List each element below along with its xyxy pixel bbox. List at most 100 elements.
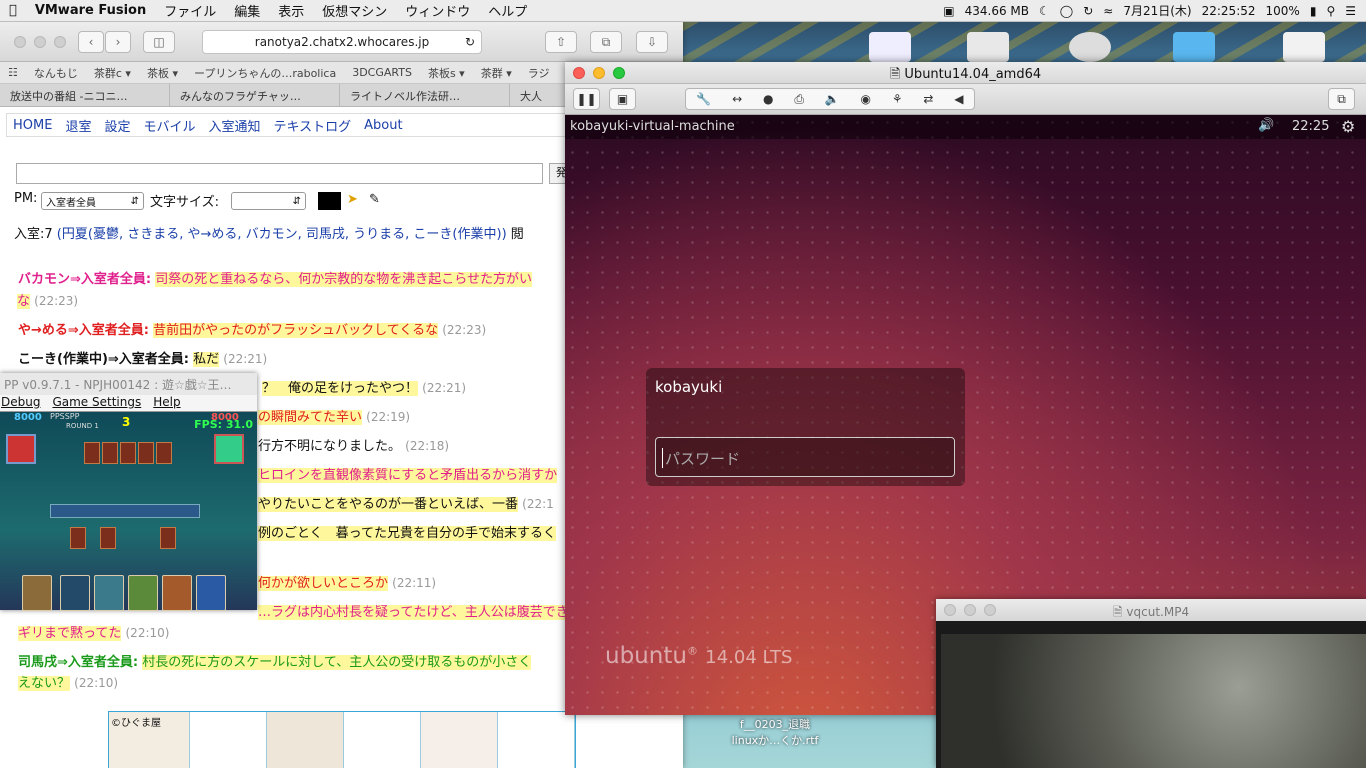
message-time: (22:10) [125,626,170,640]
notification-center-icon[interactable]: ☰ [1345,4,1356,18]
memory-icon[interactable]: ▣ [943,4,954,18]
bookmark-item[interactable]: 茶板 ▾ [139,65,186,81]
menu-bar:  VMware Fusion ファイル 編集 表示 仮想マシン ウィンドウ ヘ… [0,0,1366,22]
shield-icon[interactable]: ◯ [1060,4,1073,18]
sidebar-icon[interactable]: ◫ [143,31,175,53]
bookmark-item[interactable]: なんもじ [26,65,86,81]
menu-help[interactable]: Help [153,395,180,411]
hand-card [60,575,90,611]
menu-view[interactable]: 表示 [269,1,313,20]
fontsize-select[interactable]: ⇵ [231,192,306,210]
camera-icon[interactable]: ◉ [861,92,871,106]
sound-icon[interactable]: 🔈 [825,92,840,106]
browser-tab[interactable]: みんなのフラゲチャッ… [170,84,340,106]
nav-exit[interactable]: 退室 [65,116,91,135]
menu-help[interactable]: ヘルプ [479,1,536,20]
address-bar[interactable]: ranotya2.chatx2.whocares.jp ↻ [202,30,482,54]
bookmark-item[interactable]: 茶群 ▾ [473,65,520,81]
message-author[interactable]: こーき(作業中)⇒入室者全員: [18,352,189,367]
card [156,442,172,464]
menu-app-name[interactable]: VMware Fusion [26,3,155,18]
printer-icon[interactable]: ⎙ [794,92,804,107]
panel-clock[interactable]: 22:25 [1292,119,1329,134]
snapshot-icon[interactable]: ▣ [609,88,636,110]
power-gear-icon[interactable]: ⚙ [1341,117,1355,136]
ad-banner[interactable]: ©ひぐま屋 [108,711,576,768]
network-icon[interactable]: ↔ [732,92,742,106]
message-author[interactable]: や→める⇒入室者全員: [18,323,149,338]
menu-game-settings[interactable]: Game Settings [52,395,141,411]
bookmark-item[interactable]: 茶群c ▾ [86,65,139,81]
usb-icon[interactable]: ⚘ [892,92,903,106]
pm-select[interactable]: 入室者全員 ⇵ [41,192,144,210]
ad-panel [498,712,575,768]
zoom-button[interactable] [54,36,66,48]
file-icon[interactable] [869,32,911,62]
chat-message: 何かが欲しいところか (22:11) [258,572,436,591]
color-swatch[interactable] [318,192,341,210]
login-username[interactable]: kobayuki [655,378,722,396]
close-button[interactable] [14,36,26,48]
status-area: ▣ 434.66 MB ☾ ◯ ↻ ≈ 7月21日(木) 22:25:52 10… [943,2,1366,19]
date[interactable]: 7月21日(木) [1123,2,1191,19]
menu-debug[interactable]: Debug [1,395,40,411]
volume-icon[interactable]: 🔊 [1258,118,1274,133]
browser-tab[interactable]: 放送中の番組 -ニコニ… [0,84,170,106]
bookmark-item[interactable]: ラジ [520,65,558,81]
document-icon[interactable] [1283,32,1325,62]
sync-icon[interactable]: ⇄ [923,92,933,106]
nav-home[interactable]: HOME [13,118,52,133]
back-button[interactable]: ‹ [78,31,104,53]
spotlight-icon[interactable]: ⚲ [1326,4,1335,18]
pause-icon[interactable]: ❚❚ [573,88,600,110]
bookmark-item[interactable]: 茶板s ▾ [420,65,473,81]
clock[interactable]: 22:25:52 [1202,4,1256,18]
message-input[interactable] [16,163,543,184]
downloads-icon[interactable]: ⇩ [636,31,668,53]
time-machine-icon[interactable]: ↻ [1083,4,1093,18]
forward-button[interactable]: › [105,31,131,53]
video-frame[interactable] [941,634,1366,768]
wifi-icon[interactable]: ≈ [1103,4,1113,18]
fullscreen-icon[interactable]: ⧉ [1328,88,1355,110]
apple-menu-icon[interactable]:  [0,3,26,18]
safari-icon[interactable] [1069,32,1111,62]
tabs-overview-icon[interactable]: ⧉ [590,31,622,53]
card [84,442,100,464]
bookmark-item[interactable]: 3DCGARTS [344,66,420,79]
share-icon[interactable]: ⇧ [545,31,577,53]
collapse-icon[interactable]: ◀ [954,92,963,106]
disk-icon[interactable]: ● [763,92,773,106]
menu-window[interactable]: ウィンドウ [396,1,479,20]
desktop-file-label[interactable]: f__0203_退職 linuxか…くか.rtf [720,716,830,748]
menu-edit[interactable]: 編集 [225,1,269,20]
pin-icon[interactable]: ➤ [347,192,358,207]
password-input[interactable]: パスワード [655,437,955,477]
moon-icon[interactable]: ☾ [1039,4,1050,18]
file-icon[interactable] [967,32,1009,62]
round-label: ROUND 1 [66,422,99,430]
nav-text-log[interactable]: テキストログ [274,116,352,135]
folder-icon[interactable] [1173,32,1215,62]
battery-icon[interactable]: ▮ [1310,4,1317,18]
message-author[interactable]: 司馬戌⇒入室者全員: [18,655,138,670]
game-screen[interactable]: 8000 PPSSPP ROUND 1 3 8000 FPS: 31.0 [0,412,257,611]
menu-vm[interactable]: 仮想マシン [313,1,396,20]
hand-card [196,575,226,611]
paperclip-icon[interactable]: ✎ [369,192,380,207]
menu-file[interactable]: ファイル [155,1,225,20]
bookmarks-icon[interactable]: ☷ [0,66,26,79]
settings-wrench-icon[interactable]: 🔧 [696,92,711,106]
message-text: 私だ [193,352,220,367]
chat-message-continuation: えない？ (22:10) [18,672,118,691]
message-author[interactable]: バカモン⇒入室者全員: [18,272,151,287]
browser-tab[interactable]: ライトノベル作法研… [340,84,510,106]
nav-about[interactable]: About [364,118,402,133]
nav-entry-notify[interactable]: 入室通知 [209,116,261,135]
minimize-button[interactable] [34,36,46,48]
reload-icon[interactable]: ↻ [465,35,475,49]
bookmark-item[interactable]: ープリンちゃんの…rabolica [186,65,344,81]
nav-settings[interactable]: 設定 [104,116,130,135]
nav-mobile[interactable]: モバイル [143,116,195,135]
hand-card [94,575,124,611]
